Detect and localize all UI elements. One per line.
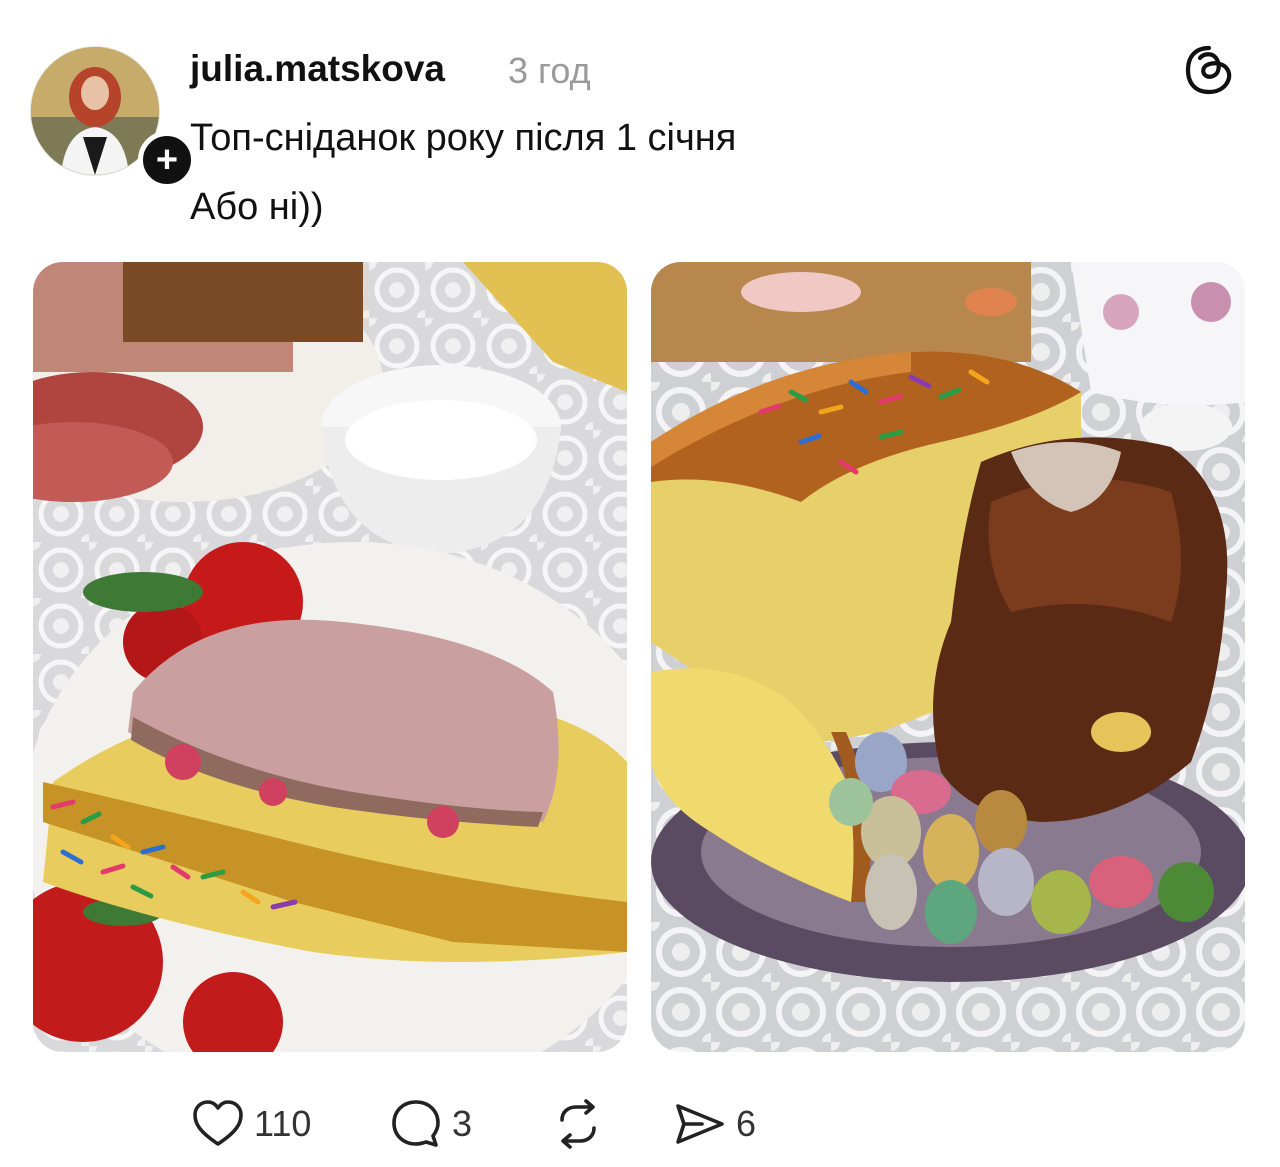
like-button[interactable]: 110 (190, 1094, 311, 1154)
plus-icon: + (155, 139, 179, 181)
comment-button[interactable]: 3 (388, 1094, 472, 1154)
follow-button[interactable]: + (138, 131, 196, 189)
timestamp: 3 год (508, 50, 591, 91)
comment-bubble-icon (392, 1100, 440, 1147)
share-count: 6 (736, 1103, 757, 1144)
username[interactable]: julia.matskova (190, 48, 445, 90)
post-image-2[interactable] (651, 262, 1245, 1052)
repost-button[interactable] (550, 1094, 606, 1154)
heart-icon (193, 1100, 243, 1146)
comment-count: 3 (452, 1103, 473, 1144)
like-count: 110 (254, 1103, 312, 1144)
easter-breads-with-chocolate-eggs-photo (651, 262, 1245, 1052)
avatar-container: + (30, 46, 196, 189)
threads-icon[interactable] (1183, 44, 1235, 96)
post-caption-line1: Топ-сніданок року після 1 січня (190, 117, 737, 159)
share-button[interactable]: 6 (672, 1094, 756, 1154)
repost-icon (560, 1099, 596, 1149)
post-caption-line2: Або ні)) (190, 186, 324, 228)
post-image-1[interactable] (33, 262, 627, 1052)
send-icon (676, 1104, 724, 1144)
ham-on-easter-bread-photo (33, 262, 627, 1052)
